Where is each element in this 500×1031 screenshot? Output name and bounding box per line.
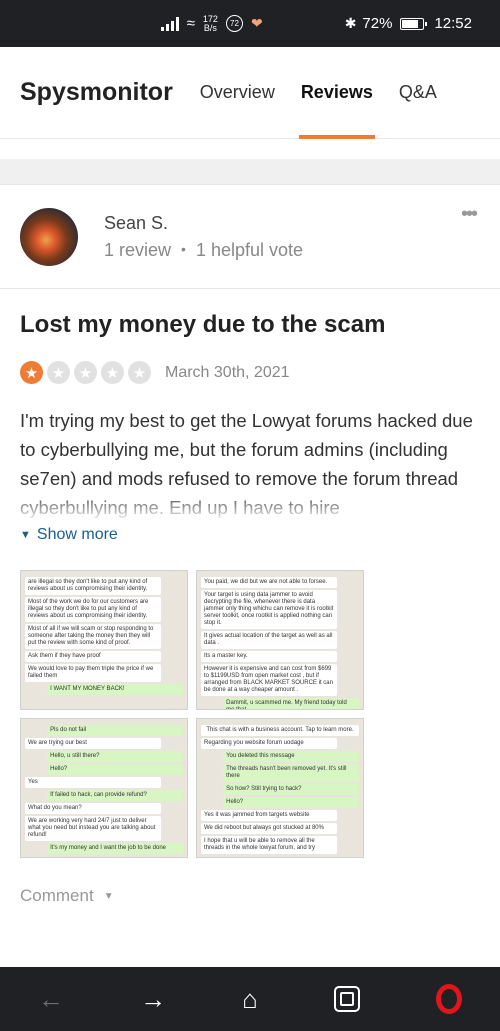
chat-bubble: It gives actual location of the target a… bbox=[201, 631, 337, 649]
tab-reviews[interactable]: Reviews bbox=[298, 47, 375, 139]
star-icon: ★ bbox=[47, 361, 70, 384]
chat-bubble: Your target is using data jammer to avoi… bbox=[201, 590, 337, 629]
health-icon: ❤ bbox=[250, 15, 263, 31]
star-icon: ★ bbox=[74, 361, 97, 384]
review-title: Lost my money due to the scam bbox=[20, 311, 386, 338]
signal-icon bbox=[160, 16, 179, 31]
review: Lost my money due to the scam ★ ★ ★ ★ ★ … bbox=[0, 289, 500, 858]
chat-bubble: I WANT MY MONEY BACK! bbox=[47, 684, 183, 695]
network-speed-unit: B/s bbox=[203, 22, 217, 33]
chat-bubble: are illegal so they don't like to put an… bbox=[25, 577, 161, 595]
avatar[interactable] bbox=[20, 207, 78, 266]
show-more-link[interactable]: ▼ Show more bbox=[20, 526, 480, 544]
separator-dot: • bbox=[181, 240, 186, 257]
tab-qa[interactable]: Q&A bbox=[399, 47, 437, 139]
star-icon: ★ bbox=[20, 361, 43, 384]
back-icon[interactable]: ← bbox=[38, 984, 64, 1015]
chat-bubble: The threads hasn't been removed yet. It'… bbox=[223, 764, 359, 782]
section-divider bbox=[0, 159, 500, 185]
chat-bubble: If failed to hack, can provide refund? bbox=[47, 790, 183, 801]
comment-label: Comment bbox=[20, 886, 94, 905]
chat-bubble: We are working very hard 24/7 just to de… bbox=[25, 816, 161, 841]
status-bar: ≈ 172 B/s 72 ❤ ✱ 72% 12:52 bbox=[0, 0, 500, 47]
review-photo[interactable]: This chat is with a business account. Ta… bbox=[196, 718, 364, 858]
reviewer-info: Sean S. 1 review • 1 helpful vote bbox=[104, 213, 303, 261]
review-body: I'm trying my best to get the Lowyat for… bbox=[20, 406, 480, 522]
chat-bubble: Ask them if they have proof bbox=[25, 651, 161, 662]
battery-percent: 72% bbox=[362, 15, 393, 32]
review-photo[interactable]: are illegal so they don't like to put an… bbox=[20, 570, 188, 710]
chat-bubble: We did reboot but always got stucked at … bbox=[201, 823, 337, 834]
review-photo[interactable]: Pls do not fail We are trying our best Hel… bbox=[20, 718, 188, 858]
reviewer-meta: 1 review • 1 helpful vote bbox=[104, 240, 303, 261]
network-speed: 172 B/s bbox=[203, 14, 218, 33]
chat-bubble: Hello? bbox=[223, 797, 359, 808]
chat-bubble: This chat is with a business account. Ta… bbox=[201, 725, 359, 736]
forward-icon[interactable]: → bbox=[140, 984, 166, 1015]
review-photo[interactable]: You paid, we did but we are not able to … bbox=[196, 570, 364, 710]
tab-overview[interactable]: Overview bbox=[200, 47, 275, 139]
caret-down-icon: ▼ bbox=[103, 890, 114, 902]
clock: 12:52 bbox=[434, 15, 472, 32]
chat-bubble: Most of the work we do for our customers… bbox=[25, 597, 161, 622]
chat-bubble: You deleted this message bbox=[223, 751, 359, 762]
chat-bubble: You paid, we did but we are not able to … bbox=[201, 577, 337, 588]
reviewer-name[interactable]: Sean S. bbox=[104, 213, 303, 234]
chat-bubble: Most of all if we will scam or stop resp… bbox=[25, 624, 161, 649]
chat-bubble: So how? Still trying to hack? bbox=[223, 784, 359, 795]
chat-bubble: We would love to pay them triple the pri… bbox=[25, 664, 161, 682]
browser-bottom-bar: ← → ⌂ bbox=[0, 967, 500, 1031]
star-icon: ★ bbox=[101, 361, 124, 384]
brand-title[interactable]: Spysmonitor bbox=[20, 78, 173, 107]
reviewer-header: Sean S. 1 review • 1 helpful vote ••• bbox=[0, 185, 500, 289]
chat-bubble: Hello, u still there? bbox=[47, 751, 183, 762]
chat-bubble: It's my money and I want the job to be d… bbox=[47, 843, 183, 854]
chat-bubble: However it is expensive and can cost fro… bbox=[201, 664, 337, 696]
helpful-votes: 1 helpful vote bbox=[195, 239, 304, 260]
review-photos: are illegal so they don't like to put an… bbox=[20, 570, 480, 858]
notification-count-icon: 72 bbox=[225, 15, 243, 32]
chat-bubble: Its a master key. bbox=[201, 651, 337, 662]
chat-bubble: Hello? bbox=[47, 764, 183, 775]
top-nav: Spysmonitor Overview Reviews Q&A bbox=[0, 47, 500, 139]
chat-bubble: We are trying our best bbox=[25, 738, 161, 749]
star-icon: ★ bbox=[128, 361, 151, 384]
review-count: 1 review bbox=[104, 239, 172, 260]
chat-bubble: Regarding you website forum uodage bbox=[201, 738, 337, 749]
status-right-icons: ✱ 72% 12:52 bbox=[345, 15, 472, 32]
chat-bubble: Pls do not fail bbox=[47, 725, 183, 736]
bluetooth-icon: ✱ bbox=[344, 15, 357, 31]
status-left-icons: ≈ 172 B/s 72 ❤ bbox=[160, 14, 263, 33]
star-rating: ★ ★ ★ ★ ★ March 30th, 2021 bbox=[20, 361, 480, 384]
show-more-label: Show more bbox=[36, 526, 118, 543]
chat-bubble: I hope that u will be able to remove all… bbox=[201, 836, 337, 854]
battery-icon bbox=[400, 17, 428, 30]
home-icon[interactable]: ⌂ bbox=[242, 984, 258, 1015]
tabs-icon[interactable] bbox=[333, 986, 360, 1012]
opera-menu-icon[interactable] bbox=[435, 984, 462, 1014]
more-options-icon[interactable]: ••• bbox=[461, 203, 478, 226]
chat-bubble: Dammit, u scammed me. My friend today to… bbox=[223, 698, 359, 709]
chat-bubble: Yes it was jammed from targets website bbox=[201, 810, 337, 821]
chat-bubble: Yes bbox=[25, 777, 161, 788]
wifi-icon: ≈ bbox=[186, 15, 195, 32]
review-date: March 30th, 2021 bbox=[165, 363, 290, 381]
chat-bubble: What do you mean? bbox=[25, 803, 161, 814]
caret-down-icon: ▼ bbox=[20, 529, 31, 541]
comment-toggle[interactable]: Comment ▼ bbox=[0, 858, 500, 934]
